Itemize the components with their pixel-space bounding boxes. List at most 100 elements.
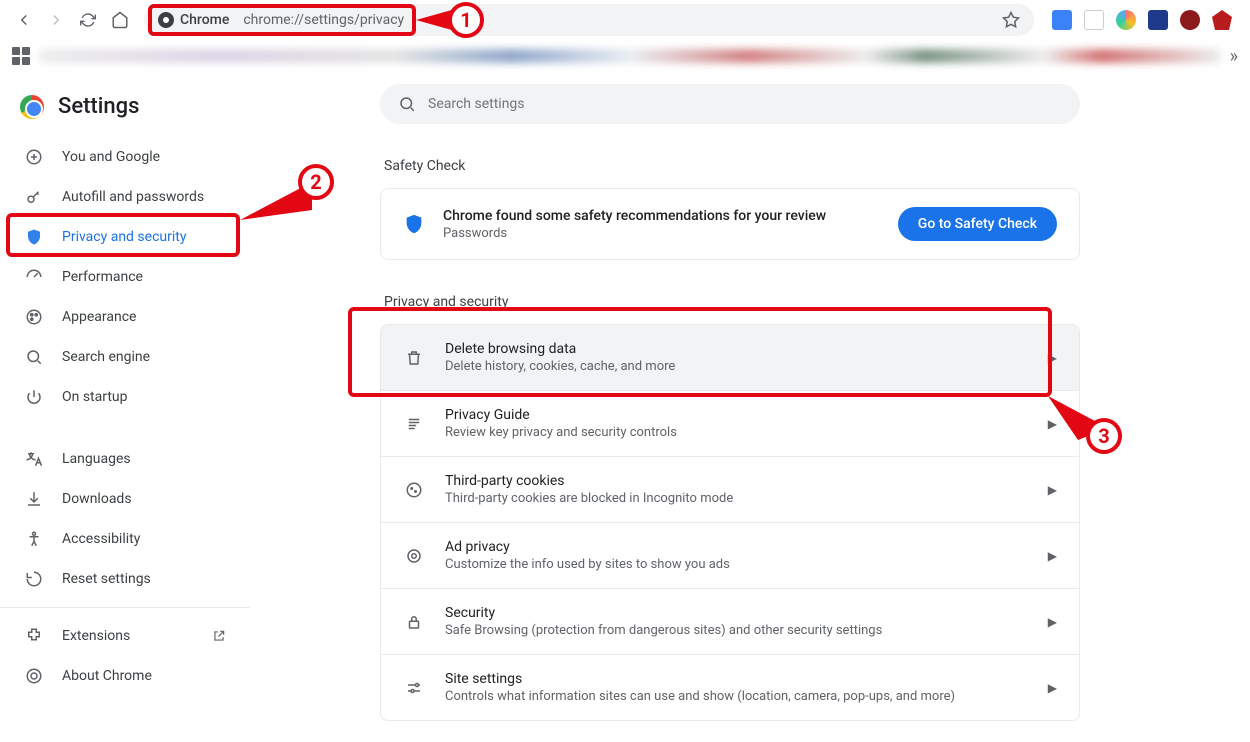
sidebar-item-label: Search engine (62, 349, 150, 365)
sidebar-item-label: Languages (62, 451, 131, 467)
sidebar-item-you-and-google[interactable]: You and Google (0, 137, 250, 177)
chrome-logo-icon (20, 95, 44, 119)
shield-icon (24, 227, 44, 247)
bookmark-star-icon[interactable] (1002, 11, 1020, 29)
url-text: chrome://settings/privacy (243, 12, 404, 28)
cookie-icon (403, 481, 425, 499)
row-subtitle: Delete history, cookies, cache, and more (445, 359, 1028, 374)
sidebar-item-languages[interactable]: Languages (0, 439, 250, 479)
row-security[interactable]: Security Safe Browsing (protection from … (381, 589, 1079, 655)
trash-icon (403, 349, 425, 367)
sidebar-item-label: Performance (62, 269, 143, 285)
sidebar-item-about[interactable]: About Chrome (0, 656, 250, 696)
sidebar-item-search-engine[interactable]: Search engine (0, 337, 250, 377)
sidebar-item-performance[interactable]: Performance (0, 257, 250, 297)
sidebar-item-reset[interactable]: Reset settings (0, 559, 250, 599)
ad-icon (403, 547, 425, 565)
row-title: Privacy Guide (445, 407, 1028, 423)
sidebar-separator (0, 607, 250, 608)
privacy-section-label: Privacy and security (384, 294, 1080, 310)
reload-button[interactable] (72, 4, 104, 36)
row-title: Site settings (445, 671, 1028, 687)
page-title: Settings (58, 94, 139, 119)
google-g-icon (24, 147, 44, 167)
row-subtitle: Third-party cookies are blocked in Incog… (445, 491, 1028, 506)
search-icon (398, 95, 416, 113)
safety-title: Chrome found some safety recommendations… (443, 208, 880, 224)
chevron-right-icon: ▶ (1048, 681, 1057, 695)
back-button[interactable] (8, 4, 40, 36)
extension-icons (1042, 10, 1242, 30)
chevron-right-icon: ▶ (1048, 351, 1057, 365)
chevron-right-icon: ▶ (1048, 615, 1057, 629)
key-icon (24, 187, 44, 207)
row-subtitle: Controls what information sites can use … (445, 689, 1028, 704)
download-icon (24, 489, 44, 509)
extension-icon-2[interactable] (1084, 10, 1104, 30)
url-chip-label: Chrome (180, 12, 229, 28)
address-bar[interactable]: Chrome chrome://settings/privacy (144, 4, 1034, 36)
speedometer-icon (24, 267, 44, 287)
extension-icon-1[interactable] (1052, 10, 1072, 30)
paint-icon (24, 307, 44, 327)
search-input[interactable] (428, 96, 1062, 112)
row-title: Third-party cookies (445, 473, 1028, 489)
row-title: Security (445, 605, 1028, 621)
extension-icon-5[interactable] (1180, 10, 1200, 30)
sidebar-item-label: Downloads (62, 491, 132, 507)
extension-icon (24, 626, 44, 646)
search-settings-box[interactable] (380, 84, 1080, 124)
sidebar-item-privacy-security[interactable]: Privacy and security (0, 217, 250, 257)
browser-toolbar: Chrome chrome://settings/privacy (0, 0, 1250, 40)
privacy-list-card: Delete browsing data Delete history, coo… (380, 324, 1080, 721)
sidebar-item-on-startup[interactable]: On startup (0, 377, 250, 417)
sidebar-item-autofill[interactable]: Autofill and passwords (0, 177, 250, 217)
sidebar-item-label: Reset settings (62, 571, 151, 587)
forward-button[interactable] (40, 4, 72, 36)
blurred-bookmarks (40, 49, 1220, 63)
sidebar-item-label: You and Google (62, 149, 160, 165)
safety-subtitle: Passwords (443, 226, 880, 241)
row-subtitle: Customize the info used by sites to show… (445, 557, 1028, 572)
sidebar-item-label: Autofill and passwords (62, 189, 204, 205)
url-chip: Chrome (158, 12, 229, 28)
main-content: Safety Check Chrome found some safety re… (340, 72, 1120, 742)
row-title: Ad privacy (445, 539, 1028, 555)
bookmarks-bar: » (0, 40, 1250, 72)
reset-icon (24, 569, 44, 589)
sidebar-item-label: Extensions (62, 628, 130, 644)
language-icon (24, 449, 44, 469)
sidebar-item-extensions[interactable]: Extensions (0, 616, 250, 656)
overflow-button[interactable]: » (1230, 46, 1238, 67)
chevron-right-icon: ▶ (1048, 417, 1057, 431)
row-privacy-guide[interactable]: Privacy Guide Review key privacy and sec… (381, 391, 1079, 457)
settings-header: Settings (0, 88, 250, 137)
row-subtitle: Review key privacy and security controls (445, 425, 1028, 440)
sidebar-item-appearance[interactable]: Appearance (0, 297, 250, 337)
chrome-icon (24, 666, 44, 686)
sidebar-item-accessibility[interactable]: Accessibility (0, 519, 250, 559)
chevron-right-icon: ▶ (1048, 483, 1057, 497)
sidebar-item-label: Appearance (62, 309, 136, 325)
external-link-icon (212, 629, 226, 643)
safety-check-label: Safety Check (384, 158, 1080, 174)
sidebar-item-downloads[interactable]: Downloads (0, 479, 250, 519)
apps-icon[interactable] (12, 47, 30, 65)
sidebar-item-label: Privacy and security (62, 229, 186, 245)
row-site-settings[interactable]: Site settings Controls what information … (381, 655, 1079, 720)
search-icon (24, 347, 44, 367)
row-third-party-cookies[interactable]: Third-party cookies Third-party cookies … (381, 457, 1079, 523)
power-icon (24, 387, 44, 407)
extension-icon-4[interactable] (1148, 10, 1168, 30)
sidebar-item-label: On startup (62, 389, 128, 405)
safety-check-button[interactable]: Go to Safety Check (898, 207, 1057, 241)
extension-icon-6[interactable] (1212, 10, 1232, 30)
chrome-chip-icon (158, 12, 174, 28)
row-delete-browsing-data[interactable]: Delete browsing data Delete history, coo… (381, 325, 1079, 391)
row-ad-privacy[interactable]: Ad privacy Customize the info used by si… (381, 523, 1079, 589)
extension-icon-3[interactable] (1116, 10, 1136, 30)
row-title: Delete browsing data (445, 341, 1028, 357)
accessibility-icon (24, 529, 44, 549)
home-button[interactable] (104, 4, 136, 36)
guide-icon (403, 415, 425, 433)
